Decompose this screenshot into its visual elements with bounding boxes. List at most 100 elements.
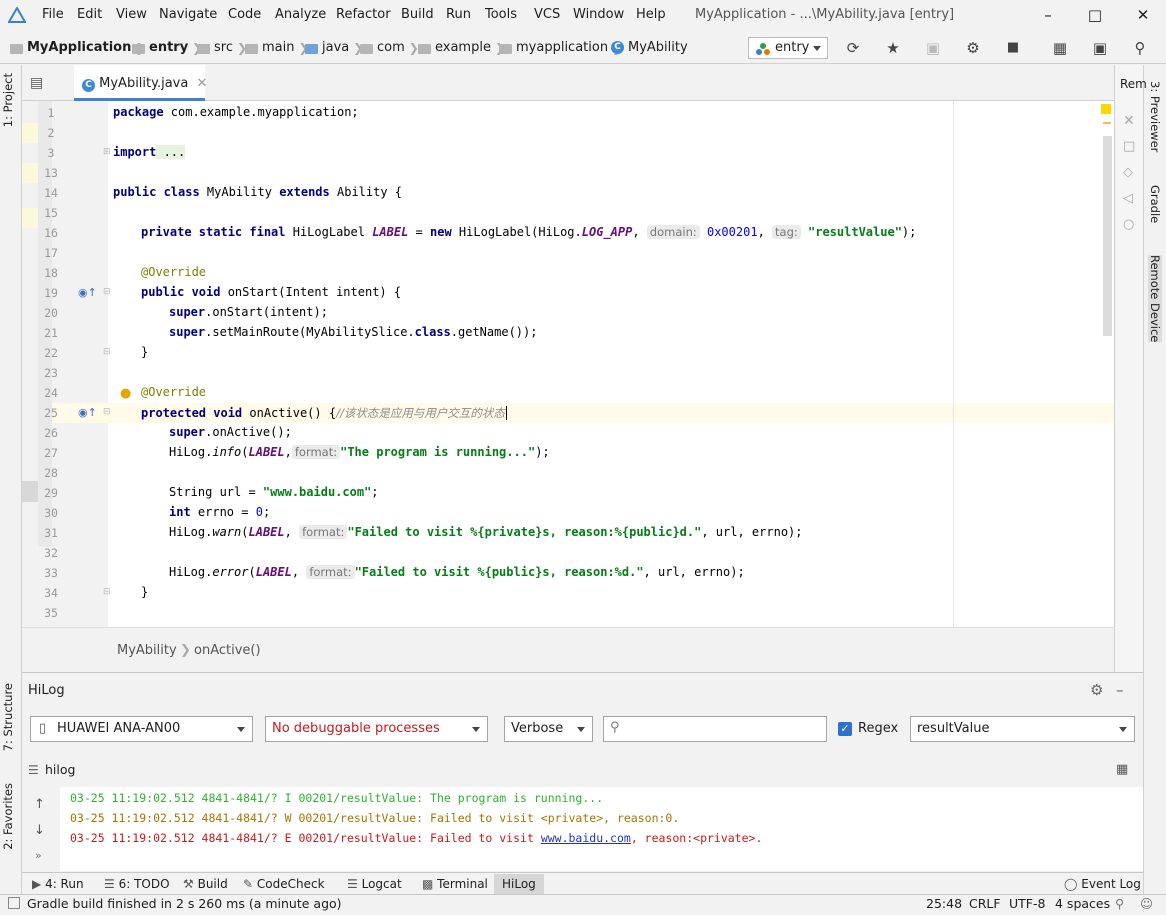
breadcrumb-project[interactable]: MyApplication ❯: [10, 40, 145, 55]
log-level-label: Verbose: [511, 721, 564, 736]
breadcrumb-com[interactable]: com ❯: [360, 40, 419, 55]
close-icon[interactable]: ✕: [1130, 4, 1156, 26]
menu-analyze[interactable]: Analyze: [275, 7, 326, 22]
lock-icon[interactable]: ⚲: [1115, 896, 1124, 911]
search-icon[interactable]: ⚲: [1129, 38, 1151, 58]
close-preview-icon[interactable]: ✕: [1123, 113, 1135, 129]
back-icon[interactable]: ◁: [1123, 191, 1133, 206]
menu-vcs[interactable]: VCS: [534, 7, 560, 22]
fold-icon[interactable]: ⊟: [103, 587, 111, 597]
arrow-down-icon[interactable]: ↓: [34, 823, 45, 838]
layout-icon[interactable]: ▦: [1116, 762, 1128, 777]
menu-window[interactable]: Window: [573, 7, 624, 22]
minimize-icon[interactable]: –: [1035, 4, 1061, 26]
attach-debugger-icon[interactable]: ▣: [922, 38, 944, 58]
tab-hilog[interactable]: hilog: [45, 762, 75, 777]
tab-todo[interactable]: ☰ 6: TODO: [104, 874, 170, 894]
favorites-tool-tab[interactable]: 2: Favorites: [1, 783, 15, 850]
tab-build[interactable]: ⚒ Build: [183, 874, 228, 894]
log-text: , reason:<private>.: [630, 831, 763, 845]
fold-icon[interactable]: ⊟: [103, 287, 111, 297]
tab-run[interactable]: ▶ 4: Run: [32, 874, 84, 894]
home-icon[interactable]: ○: [1123, 217, 1134, 232]
menu-build[interactable]: Build: [401, 7, 434, 22]
breadcrumb-src[interactable]: src ❯: [197, 40, 247, 55]
line-number: 18: [44, 266, 58, 280]
project-structure-icon[interactable]: ▦: [1049, 38, 1071, 58]
breadcrumb-myability[interactable]: C MyAbility: [611, 40, 688, 55]
override-method-icon[interactable]: ◉↑: [78, 286, 97, 299]
breadcrumb-myapplication[interactable]: myapplication ❯: [499, 40, 622, 55]
indent-setting[interactable]: 4 spaces: [1055, 896, 1110, 911]
filter-select[interactable]: resultValue: [910, 716, 1135, 742]
tab-myability-java[interactable]: C MyAbility.java ✕: [74, 65, 207, 101]
inspector-icon[interactable]: ☺: [1140, 896, 1153, 911]
debug-bug-icon[interactable]: ★: [882, 38, 904, 58]
minimize-panel-icon[interactable]: –: [1116, 681, 1124, 699]
menu-view[interactable]: View: [116, 7, 147, 22]
menu-navigate[interactable]: Navigate: [159, 7, 217, 22]
fold-icon[interactable]: ⊟: [103, 407, 111, 417]
structure-tool-tab[interactable]: 7: Structure: [1, 683, 15, 751]
inspection-indicator-icon[interactable]: [1101, 104, 1111, 114]
menu-code[interactable]: Code: [228, 7, 261, 22]
arrow-up-icon[interactable]: ↑: [34, 797, 45, 812]
line-number: 35: [44, 606, 58, 620]
gear-icon[interactable]: ⚙: [1090, 681, 1103, 699]
previewer-tool-tab[interactable]: 3: Previewer: [1148, 81, 1162, 152]
rotate-icon[interactable]: □: [1123, 139, 1135, 154]
line-separator[interactable]: CRLF: [969, 896, 1001, 911]
fold-icon[interactable]: ⊟: [103, 347, 111, 357]
menu-run[interactable]: Run: [446, 7, 471, 22]
source-folder-icon: [305, 43, 318, 54]
breadcrumb-java[interactable]: java ❯: [305, 40, 363, 55]
stop-icon[interactable]: ■: [1002, 38, 1024, 58]
breadcrumb-entry[interactable]: entry ❯: [132, 40, 202, 55]
menu-edit[interactable]: Edit: [77, 7, 102, 22]
tab-codecheck[interactable]: ✎ CodeCheck: [243, 874, 325, 894]
tab-terminal[interactable]: ▩ Terminal: [422, 874, 488, 894]
menu-help[interactable]: Help: [636, 7, 666, 22]
log-url-link[interactable]: www.baidu.com: [541, 831, 631, 845]
gradle-tool-tab[interactable]: Gradle: [1148, 185, 1162, 223]
code-token: .onStart(intent);: [205, 305, 328, 319]
tab-logcat[interactable]: ☰ Logcat: [347, 874, 402, 894]
toggle-panel-icon[interactable]: ▤: [30, 75, 43, 91]
log-level-select[interactable]: Verbose: [504, 716, 593, 742]
breadcrumb-main[interactable]: main ❯: [245, 40, 309, 55]
log-search-input[interactable]: ⚲: [603, 716, 827, 742]
event-log-button[interactable]: ◯ Event Log: [1064, 874, 1141, 894]
phone-icon: ▯: [39, 721, 47, 736]
lightbulb-icon[interactable]: ●: [120, 386, 131, 401]
maximize-icon[interactable]: □: [1082, 4, 1108, 26]
fold-icon[interactable]: ⊞: [103, 147, 111, 157]
menu-tools[interactable]: Tools: [485, 7, 517, 22]
regex-checkbox[interactable]: ✓: [838, 722, 852, 736]
breadcrumb-method[interactable]: onActive(): [194, 643, 261, 658]
device-manager-icon[interactable]: ▣: [1089, 38, 1111, 58]
process-select[interactable]: No debuggable processes: [265, 716, 488, 742]
tag-icon[interactable]: ◇: [1123, 165, 1133, 180]
run-configuration-select[interactable]: entry: [748, 37, 828, 59]
folded-imports[interactable]: ...: [156, 145, 186, 159]
tab-hilog-tool[interactable]: HiLog: [494, 874, 544, 894]
build-icon[interactable]: ⚙: [962, 38, 984, 58]
menu-refactor[interactable]: Refactor: [336, 7, 391, 22]
override-method-icon[interactable]: ◉↑: [78, 406, 97, 419]
line-number: 23: [44, 366, 58, 380]
remote-device-tool-tab[interactable]: Remote Device: [1148, 255, 1162, 343]
caret-position[interactable]: 25:48: [926, 896, 962, 911]
code-editor[interactable]: [108, 101, 1114, 627]
breadcrumb-class[interactable]: MyAbility: [117, 643, 177, 658]
codecheck-icon: ✎: [243, 877, 254, 891]
device-select[interactable]: ▯ HUAWEI ANA-AN00: [30, 716, 253, 742]
refresh-icon[interactable]: ⟳: [842, 38, 864, 58]
panel-toggle-icon[interactable]: [8, 897, 20, 909]
menu-file[interactable]: File: [42, 7, 64, 22]
file-encoding[interactable]: UTF-8: [1009, 896, 1045, 911]
editor-scrollbar[interactable]: [1103, 136, 1112, 336]
more-icon[interactable]: »: [35, 849, 42, 862]
project-tool-tab[interactable]: 1: Project: [1, 73, 15, 127]
breadcrumb-example[interactable]: example ❯: [418, 40, 505, 55]
close-tab-icon[interactable]: ✕: [196, 76, 207, 91]
